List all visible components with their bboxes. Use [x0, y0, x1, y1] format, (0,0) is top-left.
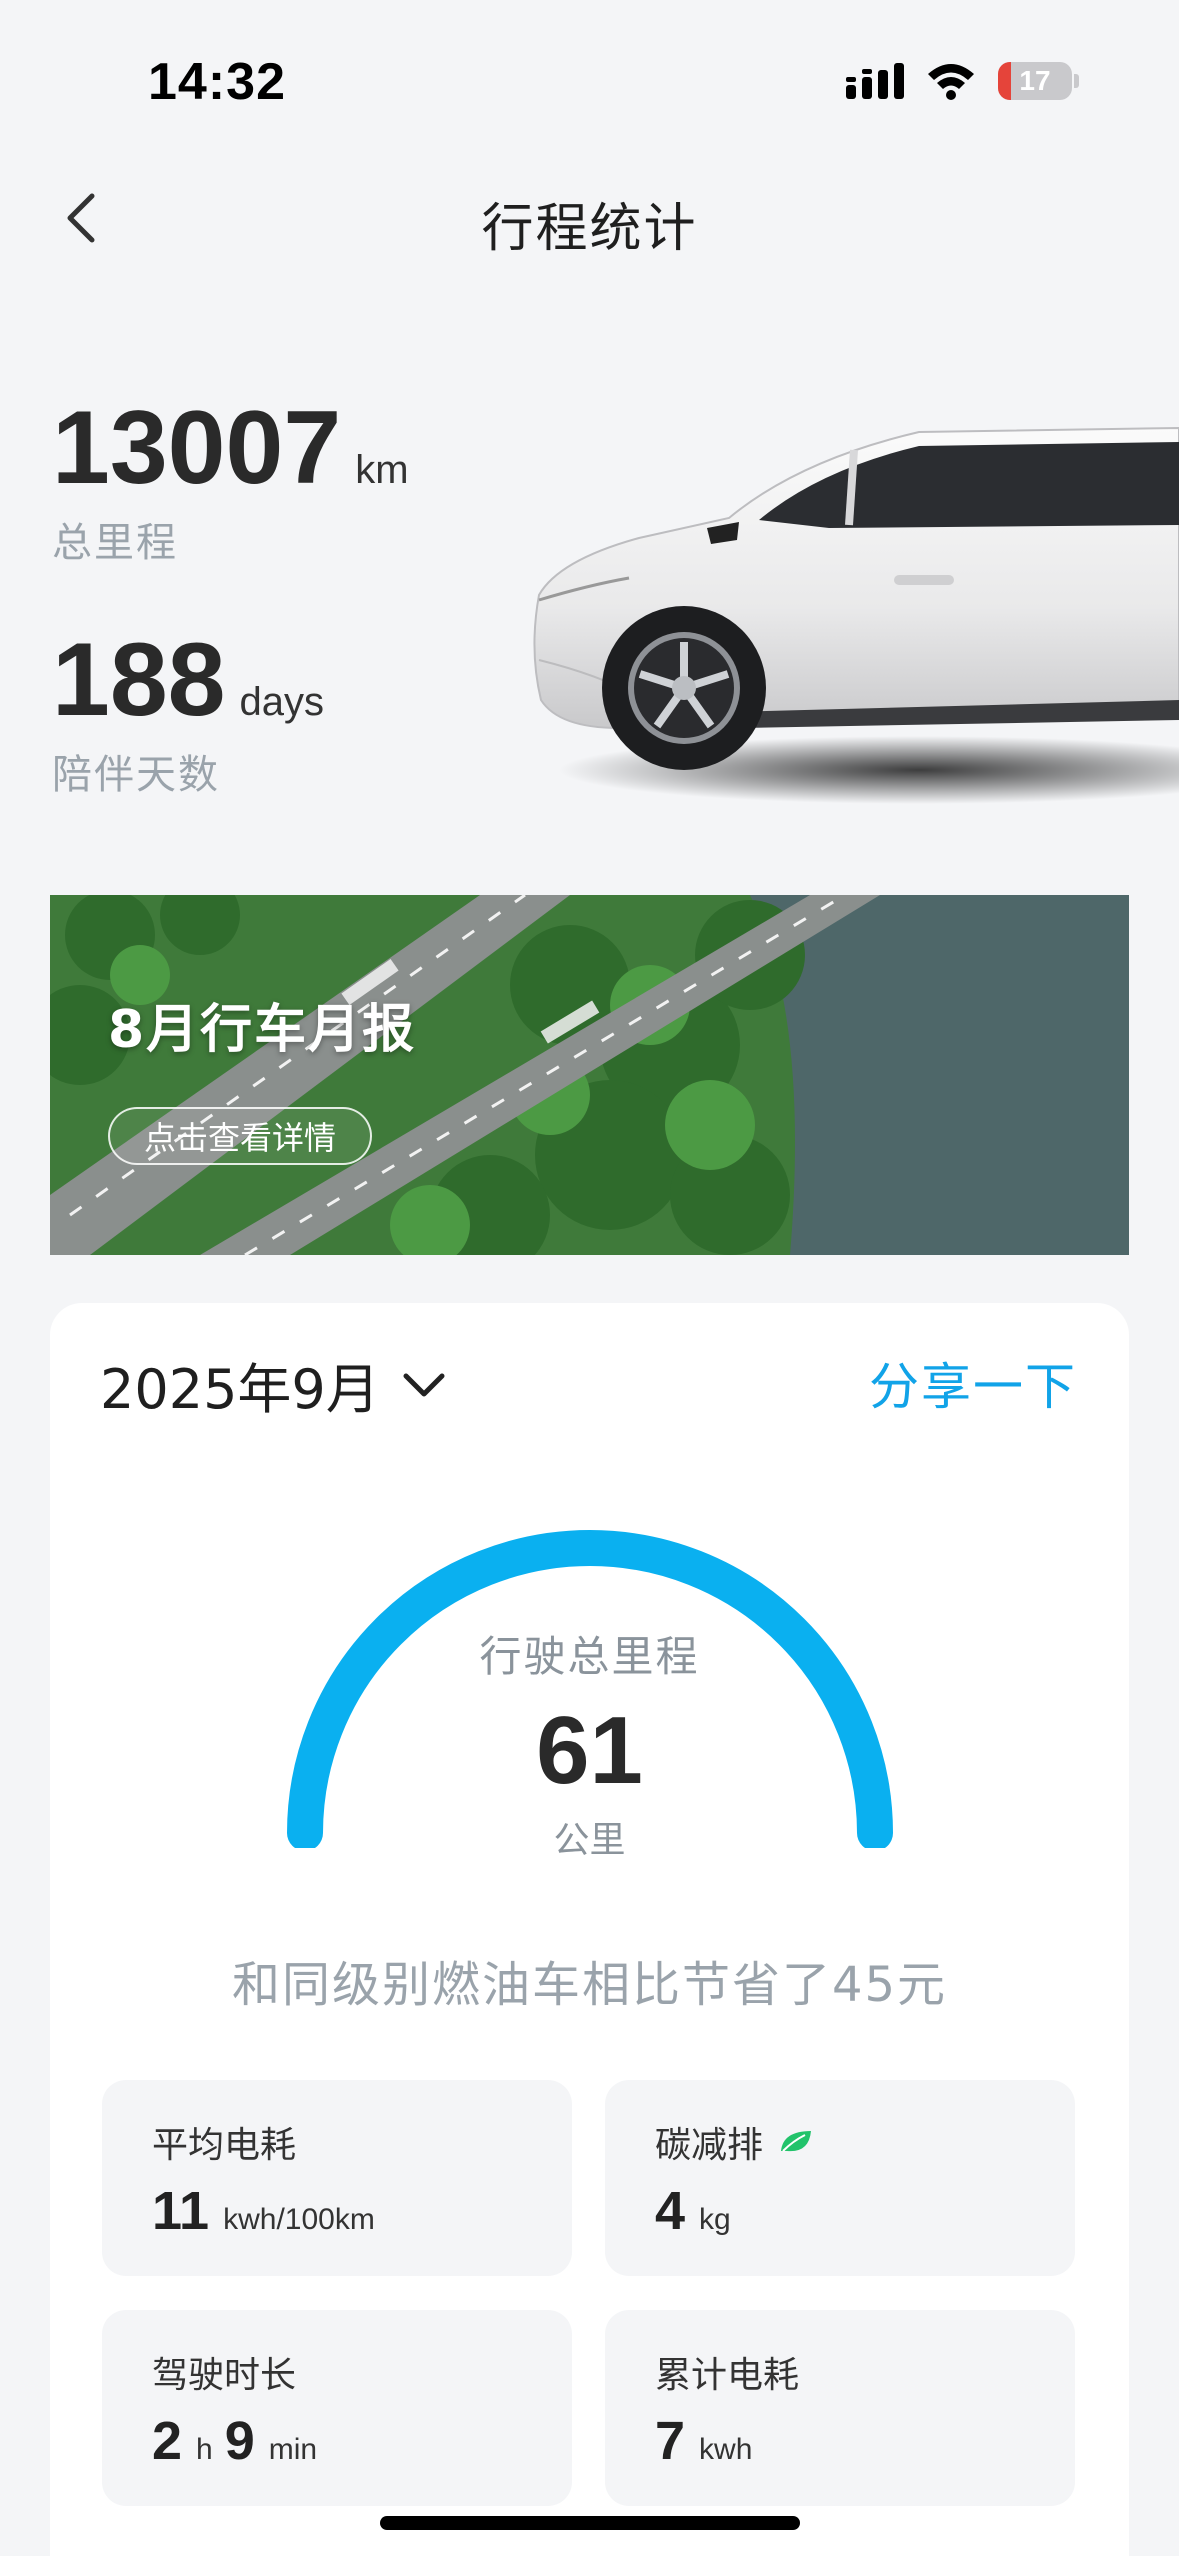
- gauge-label: 行驶总里程: [479, 1632, 700, 1681]
- status-icons: 17: [846, 62, 1079, 100]
- total-consumption-tile: 累计电耗 7 kwh: [605, 2310, 1075, 2506]
- car-image: [533, 426, 1179, 804]
- companion-days-stat: 188 days 陪伴天数: [52, 628, 324, 800]
- total-consumption-value: 7: [655, 2411, 686, 2471]
- battery-icon: 17: [998, 62, 1072, 100]
- driving-duration-label: 驾驶时长: [152, 2355, 297, 2396]
- total-mileage-value: 13007: [52, 390, 342, 506]
- wifi-icon: [928, 64, 974, 100]
- carbon-reduction-unit: kg: [699, 2203, 731, 2236]
- page-title: 行程统计: [481, 199, 698, 259]
- companion-days-unit: days: [239, 680, 325, 724]
- trip-statistics-page: 14:32 17 行程统计 13007 km 总里程 188 days 陪伴天数…: [0, 0, 1179, 2556]
- savings-text: 和同级别燃油车相比节省了45元: [231, 1957, 948, 2013]
- battery-fill: [998, 62, 1011, 100]
- carbon-reduction-tile: 碳减排 4 kg: [605, 2080, 1075, 2276]
- banner-title: 8月行车月报: [108, 1000, 417, 1060]
- driving-hours-value: 2: [152, 2411, 183, 2471]
- monthly-report-banner[interactable]: 8月行车月报 点击查看详情: [50, 895, 1129, 1255]
- gauge-value: 61: [536, 1697, 643, 1804]
- chevron-down-icon: [403, 1373, 445, 1396]
- month-label: 2025年9月: [100, 1358, 380, 1421]
- avg-consumption-tile: 平均电耗 11 kwh/100km: [102, 2080, 572, 2276]
- total-consumption-label: 累计电耗: [655, 2355, 800, 2396]
- total-mileage-stat: 13007 km 总里程: [52, 396, 409, 568]
- avg-consumption-label: 平均电耗: [152, 2125, 297, 2166]
- battery-level: 17: [1019, 65, 1051, 96]
- home-indicator[interactable]: [380, 2516, 800, 2530]
- avg-consumption-unit: kwh/100km: [223, 2203, 375, 2236]
- leaf-icon: [781, 2131, 812, 2152]
- avg-consumption-value: 11: [152, 2181, 210, 2241]
- monthly-stats-card: 2025年9月 分享一下 行驶总里程 61 公里 和同级别燃油车相比节省了45元…: [50, 1303, 1129, 2556]
- total-consumption-unit: kwh: [699, 2433, 753, 2466]
- cellular-signal-icon: [846, 63, 904, 99]
- carbon-reduction-value: 4: [655, 2181, 686, 2241]
- view-details-button[interactable]: 点击查看详情: [108, 1107, 373, 1165]
- driving-hours-unit: h: [196, 2433, 213, 2466]
- gauge-unit: 公里: [553, 1820, 626, 1861]
- driving-minutes-value: 9: [224, 2411, 255, 2471]
- total-mileage-label: 总里程: [52, 520, 178, 566]
- total-mileage-unit: km: [355, 448, 409, 492]
- status-time: 14:32: [148, 53, 286, 111]
- driving-duration-tile: 驾驶时长 2 h 9 min: [102, 2310, 572, 2506]
- companion-days-label: 陪伴天数: [52, 752, 220, 798]
- share-button[interactable]: 分享一下: [869, 1347, 1077, 1419]
- battery-tip: [1074, 74, 1079, 88]
- month-selector[interactable]: 2025年9月: [100, 1345, 446, 1424]
- driving-minutes-unit: min: [268, 2433, 318, 2466]
- banner-background-image: [50, 895, 1129, 1255]
- companion-days-value: 188: [52, 622, 226, 738]
- carbon-reduction-label: 碳减排: [655, 2116, 813, 2168]
